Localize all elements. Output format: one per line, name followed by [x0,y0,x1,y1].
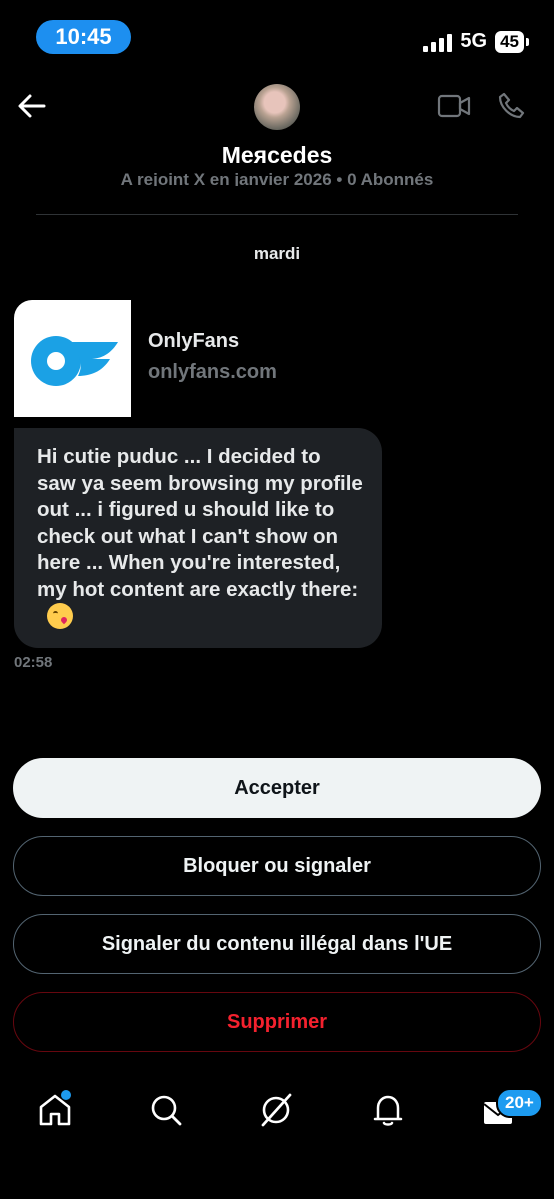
network-type: 5G [460,30,488,52]
video-call-icon[interactable] [437,93,471,119]
message-timestamp: 02:58 [14,654,53,671]
onlyfans-logo [31,336,118,386]
back-arrow-icon[interactable] [16,90,48,122]
message-text: Hi cutie puduc ... I decided to saw ya s… [37,445,363,601]
link-card-title[interactable]: OnlyFans [148,330,239,353]
status-indicators: 5G 45 [423,30,529,53]
contact-name[interactable]: Meяcedes [0,142,554,169]
home-notification-dot [61,1090,71,1100]
search-icon[interactable] [149,1092,183,1130]
message-bubble[interactable]: Hi cutie puduc ... I decided to saw ya s… [14,428,382,648]
grok-icon[interactable] [259,1092,293,1130]
cell-signal-icon [423,32,453,52]
battery-icon: 45 [495,30,529,53]
accept-button[interactable]: Accepter [13,758,541,818]
notifications-bell-icon[interactable] [371,1092,405,1130]
link-card-domain[interactable]: onlyfans.com [148,361,277,384]
block-or-report-button[interactable]: Bloquer ou signaler [13,836,541,896]
report-illegal-content-button[interactable]: Signaler du contenu illégal dans l'UE [13,914,541,974]
kissing-face-emoji-icon [47,603,73,629]
status-time: 10:45 [36,20,131,54]
day-separator: mardi [253,244,301,263]
link-card-thumbnail[interactable] [14,300,131,417]
phone-call-icon[interactable] [497,91,527,121]
contact-subtitle: A rejoint X en janvier 2026 • 0 Abonnés [120,170,434,186]
avatar[interactable] [254,84,300,130]
header-divider [36,214,518,215]
messages-count-badge: 20+ [496,1088,543,1118]
delete-button[interactable]: Supprimer [13,992,541,1052]
